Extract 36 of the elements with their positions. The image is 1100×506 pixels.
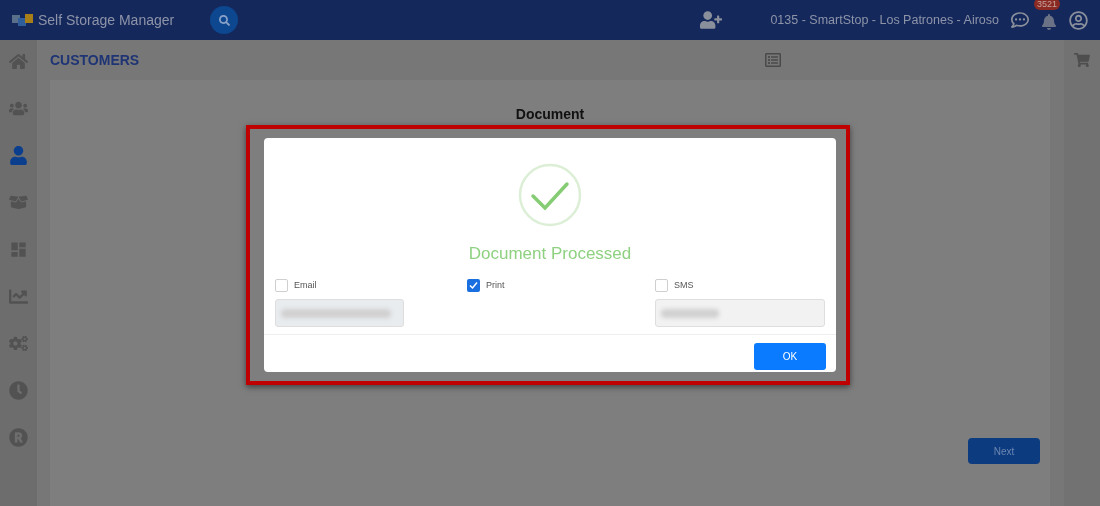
- option-label: Print: [486, 278, 505, 292]
- user-icon[interactable]: [9, 146, 28, 165]
- checkbox[interactable]: [655, 278, 668, 292]
- contact-field[interactable]: [275, 299, 404, 327]
- option-label: Email: [294, 278, 317, 292]
- search-icon: [218, 14, 230, 26]
- success-check-icon: [518, 163, 582, 227]
- checkbox[interactable]: [467, 278, 480, 292]
- home-icon[interactable]: [9, 52, 28, 71]
- settings-icon[interactable]: [9, 334, 28, 353]
- page-title: CUSTOMERS: [50, 50, 140, 70]
- next-button[interactable]: Next: [968, 438, 1040, 464]
- cart-icon[interactable]: [1074, 52, 1090, 68]
- list-icon[interactable]: [765, 52, 781, 68]
- chat-icon[interactable]: [1011, 11, 1029, 29]
- chart-icon[interactable]: [9, 287, 28, 306]
- checkbox[interactable]: [275, 278, 288, 292]
- location-name: 0135 - SmartStop - Los Patrones - Airoso: [770, 11, 999, 29]
- users-icon[interactable]: [9, 99, 28, 118]
- success-message: Document Processed: [468, 243, 632, 265]
- logo-icon: [12, 13, 34, 27]
- document-heading: Document: [515, 105, 585, 124]
- ok-button[interactable]: OK: [754, 343, 826, 370]
- add-user-icon[interactable]: [700, 11, 723, 29]
- search-button[interactable]: [210, 6, 239, 34]
- box-icon[interactable]: [9, 193, 28, 212]
- dashboard-icon[interactable]: [9, 240, 28, 259]
- bell-icon[interactable]: [1041, 14, 1057, 30]
- registered-icon[interactable]: [9, 428, 28, 447]
- blurred-text: [661, 308, 719, 318]
- app-name: Self Storage Manager: [38, 10, 175, 30]
- clock-icon[interactable]: [9, 381, 28, 400]
- contact-field[interactable]: [655, 299, 825, 327]
- profile-icon[interactable]: [1069, 10, 1088, 30]
- notification-badge: 3521: [1034, 0, 1061, 10]
- option-label: SMS: [674, 278, 694, 292]
